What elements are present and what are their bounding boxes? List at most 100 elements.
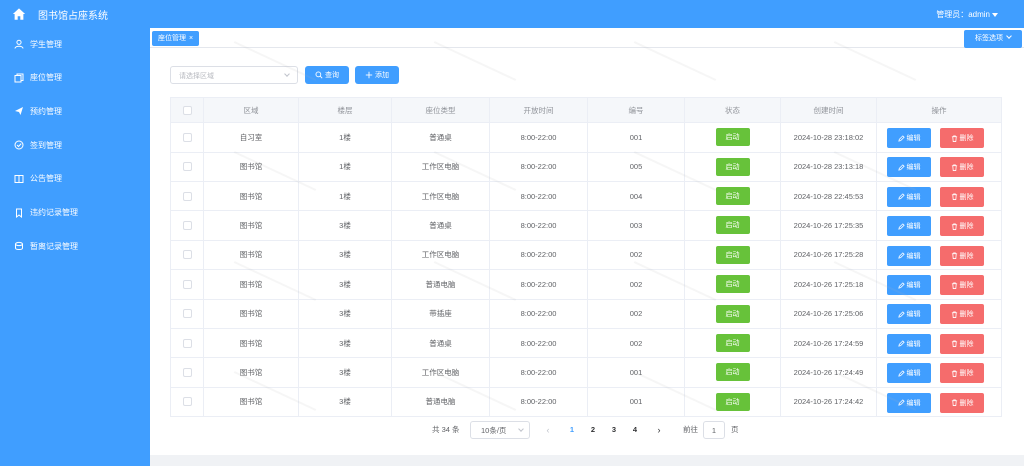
tab-seat-management[interactable]: 座位管理 × [152, 31, 200, 46]
cell-type: 工作区电脑 [392, 240, 490, 270]
status-button[interactable]: 启动 [715, 128, 750, 147]
edit-button[interactable]: 编辑 [887, 304, 931, 325]
sidebar-item-label: 学生管理 [30, 39, 62, 49]
cell-created: 2024-10-26 17:25:35 [781, 211, 877, 240]
cell-hours: 8:00-22:00 [490, 328, 588, 358]
delete-button[interactable]: 删除 [940, 245, 984, 266]
edit-button[interactable]: 编辑 [887, 363, 931, 384]
row-checkbox[interactable] [182, 191, 192, 201]
cell-type: 工作区电脑 [392, 358, 490, 387]
cell-status: 启动 [685, 328, 781, 358]
status-button[interactable]: 启动 [715, 275, 750, 294]
sidebar-item[interactable]: 公告管理 [0, 169, 150, 189]
page-size-value: 10条/页 [481, 426, 507, 435]
delete-button[interactable]: 删除 [940, 275, 984, 295]
home-icon[interactable] [12, 7, 26, 21]
status-button[interactable]: 启动 [715, 334, 750, 353]
check-circle-icon [14, 140, 24, 150]
status-button[interactable]: 启动 [715, 304, 750, 323]
page-number[interactable]: 4 [628, 421, 642, 439]
seat-table: 区域 楼层 座位类型 开放时间 编号 状态 创建时间 操作 自习室 1楼 普通桌 8:00-22:00… [170, 97, 1002, 418]
page-number[interactable]: 1 [565, 421, 579, 439]
status-button[interactable]: 启动 [715, 392, 750, 411]
row-checkbox-cell [171, 270, 204, 299]
table-row: 图书馆 3楼 普通电脑 8:00-22:00 001 启动 2024-10-26 17:24… [171, 387, 1001, 418]
cell-status: 启动 [685, 299, 781, 328]
edit-icon [897, 340, 905, 347]
sidebar-item[interactable]: 签到管理 [0, 135, 150, 155]
add-button[interactable]: 添加 [355, 66, 399, 84]
goto-page-input[interactable]: 1 [703, 421, 725, 439]
page-number[interactable]: 2 [586, 421, 600, 439]
edit-button[interactable]: 编辑 [887, 128, 931, 148]
edit-button[interactable]: 编辑 [887, 216, 931, 237]
sidebar-item-label: 违约记录管理 [30, 208, 78, 217]
table-row: 图书馆 1楼 工作区电脑 8:00-22:00 005 启动 2024-10-28 23:1… [171, 152, 1001, 182]
row-checkbox[interactable] [182, 220, 192, 230]
delete-label: 删除 [959, 370, 974, 378]
next-page-icon[interactable]: › [654, 421, 664, 439]
trash-icon [951, 311, 957, 318]
row-checkbox[interactable] [182, 132, 192, 142]
tab-options-button[interactable]: 标签选项 [964, 30, 1022, 48]
status-button[interactable]: 启动 [715, 157, 750, 176]
user-menu[interactable]: 管理员：admin [936, 9, 998, 20]
page-size-select[interactable]: 10条/页 [470, 421, 530, 439]
edit-label: 编辑 [906, 399, 921, 407]
edit-icon [897, 252, 905, 259]
select-all-checkbox[interactable] [182, 105, 192, 115]
edit-button[interactable]: 编辑 [887, 245, 931, 266]
cell-hours: 8:00-22:00 [490, 152, 588, 181]
page-number[interactable]: 3 [607, 421, 621, 439]
row-checkbox-cell [171, 240, 204, 270]
cell-floor: 1楼 [299, 152, 392, 181]
row-checkbox-cell [171, 211, 204, 240]
delete-button[interactable]: 删除 [940, 333, 984, 354]
delete-button[interactable]: 删除 [940, 128, 984, 148]
table-row: 图书馆 3楼 工作区电脑 8:00-22:00 001 启动 2024-10-26 17:2… [171, 358, 1001, 388]
search-label: 查询 [325, 72, 339, 79]
row-checkbox[interactable] [182, 309, 192, 319]
delete-button[interactable]: 删除 [940, 216, 984, 237]
edit-icon [897, 311, 905, 318]
close-icon[interactable]: × [189, 35, 193, 42]
delete-button[interactable]: 删除 [940, 392, 984, 413]
cell-type: 普通电脑 [392, 387, 490, 417]
cell-created: 2024-10-26 17:24:59 [781, 328, 877, 358]
row-checkbox[interactable] [182, 162, 192, 172]
cell-hours: 8:00-22:00 [490, 387, 588, 417]
row-checkbox[interactable] [182, 250, 192, 260]
cell-status: 启动 [685, 387, 781, 417]
sidebar-item[interactable]: 暂离记录管理 [0, 236, 150, 256]
edit-button[interactable]: 编辑 [887, 275, 931, 295]
edit-button[interactable]: 编辑 [887, 186, 931, 207]
sidebar-item[interactable]: 违约记录管理 [0, 203, 150, 223]
status-button[interactable]: 启动 [715, 363, 750, 382]
area-select[interactable]: 请选择区域 [170, 66, 298, 84]
delete-button[interactable]: 删除 [940, 157, 984, 178]
delete-button[interactable]: 删除 [940, 363, 984, 384]
search-button[interactable]: 查询 [305, 66, 349, 84]
row-checkbox[interactable] [182, 367, 192, 377]
status-button[interactable]: 启动 [715, 245, 750, 264]
row-checkbox[interactable] [182, 397, 192, 407]
row-checkbox[interactable] [182, 279, 192, 289]
sidebar-item[interactable]: 学生管理 [0, 34, 150, 54]
table-row: 图书馆 3楼 工作区电脑 8:00-22:00 002 启动 2024-10-26 17:2… [171, 240, 1001, 271]
sidebar-item[interactable]: 座位管理 [0, 68, 150, 88]
row-checkbox[interactable] [182, 338, 192, 348]
status-button[interactable]: 启动 [715, 187, 750, 206]
delete-button[interactable]: 删除 [940, 304, 984, 325]
delete-button[interactable]: 删除 [940, 186, 984, 207]
edit-icon [897, 193, 905, 200]
edit-button[interactable]: 编辑 [887, 157, 931, 178]
user-name: 管理员：admin [936, 10, 990, 19]
sidebar-item[interactable]: 预约管理 [0, 101, 150, 121]
column-header: 创建时间 [781, 98, 877, 122]
edit-button[interactable]: 编辑 [887, 333, 931, 354]
cell-type: 带插座 [392, 299, 490, 328]
status-button[interactable]: 启动 [715, 216, 750, 235]
chevron-down-icon [1006, 33, 1012, 39]
edit-button[interactable]: 编辑 [887, 392, 931, 413]
prev-page-icon[interactable]: ‹ [543, 421, 553, 439]
